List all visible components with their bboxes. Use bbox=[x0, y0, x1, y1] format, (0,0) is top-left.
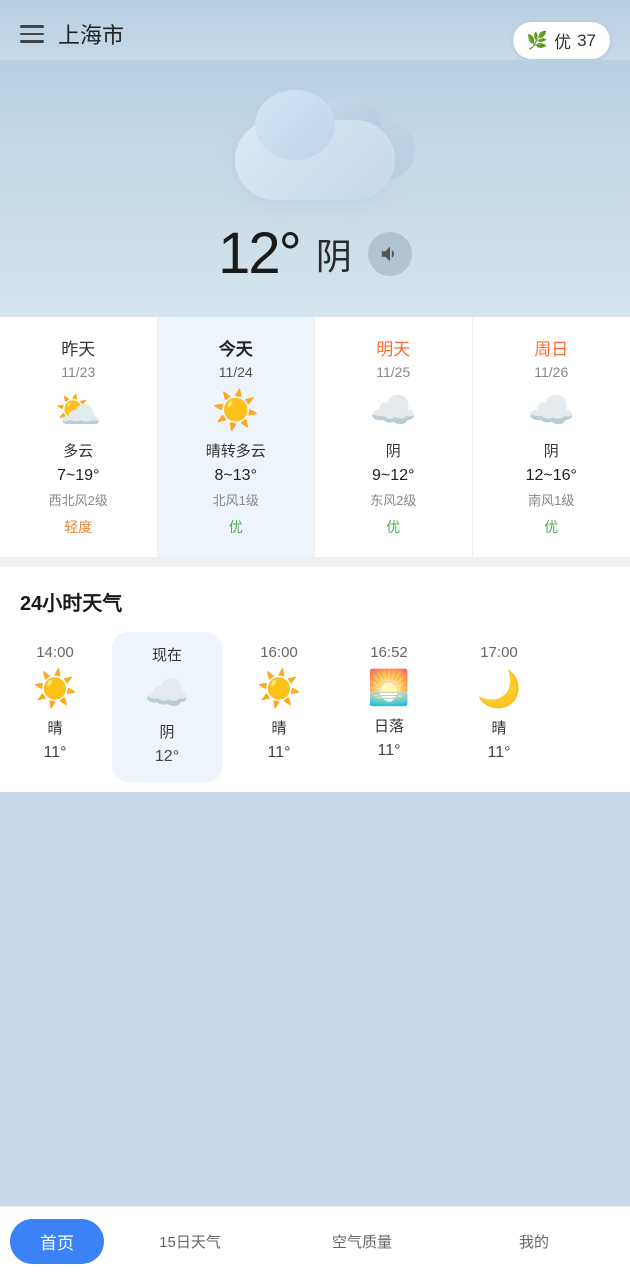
hourly-scroll[interactable]: 14:00 ☀️ 晴 11° 现在 ☁️ 阴 12° 16:00 ☀️ 晴 11… bbox=[0, 632, 630, 792]
forecast-col-today[interactable]: 今天 11/24 ☀️ 晴转多云 8~13° 北风1级 优 bbox=[158, 317, 316, 557]
section-divider bbox=[0, 557, 630, 567]
city-name: 上海市 bbox=[58, 18, 124, 50]
nav-item-15days[interactable]: 15日天气 bbox=[104, 1227, 276, 1256]
weather-sunday: 阴 bbox=[544, 440, 559, 461]
temp-yesterday: 7~19° bbox=[57, 467, 99, 485]
forecast-card: 昨天 11/23 ⛅ 多云 7~19° 西北风2级 轻度 今天 11/24 ☀️… bbox=[0, 317, 630, 557]
wind-yesterday: 西北风2级 bbox=[49, 490, 108, 509]
menu-button[interactable] bbox=[20, 25, 44, 43]
hourly-col-now: 现在 ☁️ 阴 12° bbox=[112, 632, 222, 782]
wind-tomorrow: 东风2级 bbox=[370, 490, 416, 509]
hour-desc-1400: 晴 bbox=[47, 717, 62, 738]
icon-tomorrow: ☁️ bbox=[370, 392, 417, 430]
hourly-section: 24小时天气 14:00 ☀️ 晴 11° 现在 ☁️ 阴 12° 16:00 … bbox=[0, 567, 630, 792]
aqi-yesterday: 轻度 bbox=[54, 515, 102, 539]
hour-temp-1400: 11° bbox=[43, 744, 66, 762]
forecast-col-yesterday[interactable]: 昨天 11/23 ⛅ 多云 7~19° 西北风2级 轻度 bbox=[0, 317, 158, 557]
hour-desc-1600: 晴 bbox=[271, 717, 286, 738]
nav-item-profile[interactable]: 我的 bbox=[448, 1227, 620, 1256]
nav-label-home: 首页 bbox=[40, 1229, 74, 1254]
wind-today: 北风1级 bbox=[213, 490, 259, 509]
icon-today: ☀️ bbox=[212, 392, 259, 430]
hourly-col-1400: 14:00 ☀️ 晴 11° bbox=[0, 632, 110, 782]
forecast-col-tomorrow[interactable]: 明天 11/25 ☁️ 阴 9~12° 东风2级 优 bbox=[315, 317, 473, 557]
temp-sunday: 12~16° bbox=[526, 467, 577, 485]
hour-icon-1700: 🌙 bbox=[477, 671, 522, 707]
forecast-col-sunday[interactable]: 周日 11/26 ☁️ 阴 12~16° 南风1级 优 bbox=[473, 317, 630, 557]
aqi-sunday: 优 bbox=[534, 515, 568, 539]
sound-button[interactable] bbox=[368, 232, 412, 276]
hour-icon-1600: ☀️ bbox=[257, 671, 302, 707]
wind-sunday: 南风1级 bbox=[528, 490, 574, 509]
hourly-col-1600: 16:00 ☀️ 晴 11° bbox=[224, 632, 334, 782]
aqi-badge[interactable]: 🌿 优 37 bbox=[513, 22, 610, 59]
day-yesterday: 昨天 bbox=[61, 335, 95, 360]
hourly-title: 24小时天气 bbox=[0, 587, 630, 632]
nav-item-aqi[interactable]: 空气质量 bbox=[276, 1227, 448, 1256]
aqi-tomorrow: 优 bbox=[376, 515, 410, 539]
hourly-col-1700: 17:00 🌙 晴 11° bbox=[444, 632, 554, 782]
temp-tomorrow: 9~12° bbox=[372, 467, 414, 485]
hour-icon-sunset: 🌅 bbox=[368, 671, 410, 705]
hour-label-sunset: 16:52 bbox=[370, 644, 408, 661]
hour-desc-1700: 晴 bbox=[491, 717, 506, 738]
date-sunday: 11/26 bbox=[534, 364, 568, 380]
nav-label-profile: 我的 bbox=[519, 1231, 549, 1252]
hour-desc-now: 阴 bbox=[159, 721, 174, 742]
leaf-icon: 🌿 bbox=[527, 31, 548, 51]
aqi-value: 37 bbox=[577, 31, 596, 51]
bottom-nav: 首页 15日天气 空气质量 我的 bbox=[0, 1206, 630, 1280]
day-today: 今天 bbox=[219, 335, 253, 360]
hour-label-1700: 17:00 bbox=[480, 644, 518, 661]
date-today: 11/24 bbox=[219, 364, 253, 380]
day-tomorrow: 明天 bbox=[376, 335, 410, 360]
temp-today: 8~13° bbox=[215, 467, 257, 485]
day-sunday: 周日 bbox=[534, 335, 568, 360]
icon-sunday: ☁️ bbox=[528, 392, 575, 430]
aqi-level: 优 bbox=[554, 28, 571, 53]
forecast-grid: 昨天 11/23 ⛅ 多云 7~19° 西北风2级 轻度 今天 11/24 ☀️… bbox=[0, 317, 630, 557]
sound-icon bbox=[379, 243, 401, 265]
nav-label-15days: 15日天气 bbox=[159, 1231, 221, 1252]
aqi-today: 优 bbox=[219, 515, 253, 539]
date-tomorrow: 11/25 bbox=[376, 364, 410, 380]
hour-temp-1600: 11° bbox=[267, 744, 290, 762]
weather-today: 晴转多云 bbox=[206, 440, 266, 461]
hourly-col-sunset: 16:52 🌅 日落 11° bbox=[334, 632, 444, 782]
nav-label-aqi: 空气质量 bbox=[332, 1231, 392, 1252]
hero-section: 12° 阴 bbox=[0, 60, 630, 317]
weather-cloud-illustration bbox=[205, 80, 425, 200]
hour-icon-1400: ☀️ bbox=[33, 671, 78, 707]
hour-temp-now: 12° bbox=[155, 748, 179, 766]
current-weather-desc: 阴 bbox=[316, 228, 352, 280]
hour-temp-1700: 11° bbox=[487, 744, 510, 762]
hour-temp-sunset: 11° bbox=[377, 742, 400, 760]
nav-item-home[interactable]: 首页 bbox=[10, 1219, 104, 1264]
hour-icon-now: ☁️ bbox=[145, 675, 190, 711]
hour-desc-sunset: 日落 bbox=[374, 715, 404, 736]
current-temperature: 12° bbox=[218, 220, 300, 287]
icon-yesterday: ⛅ bbox=[55, 392, 102, 430]
weather-yesterday: 多云 bbox=[63, 440, 93, 461]
hour-label-1600: 16:00 bbox=[260, 644, 298, 661]
hour-label-now: 现在 bbox=[152, 644, 182, 665]
weather-tomorrow: 阴 bbox=[386, 440, 401, 461]
hour-label-1400: 14:00 bbox=[36, 644, 74, 661]
date-yesterday: 11/23 bbox=[61, 364, 95, 380]
